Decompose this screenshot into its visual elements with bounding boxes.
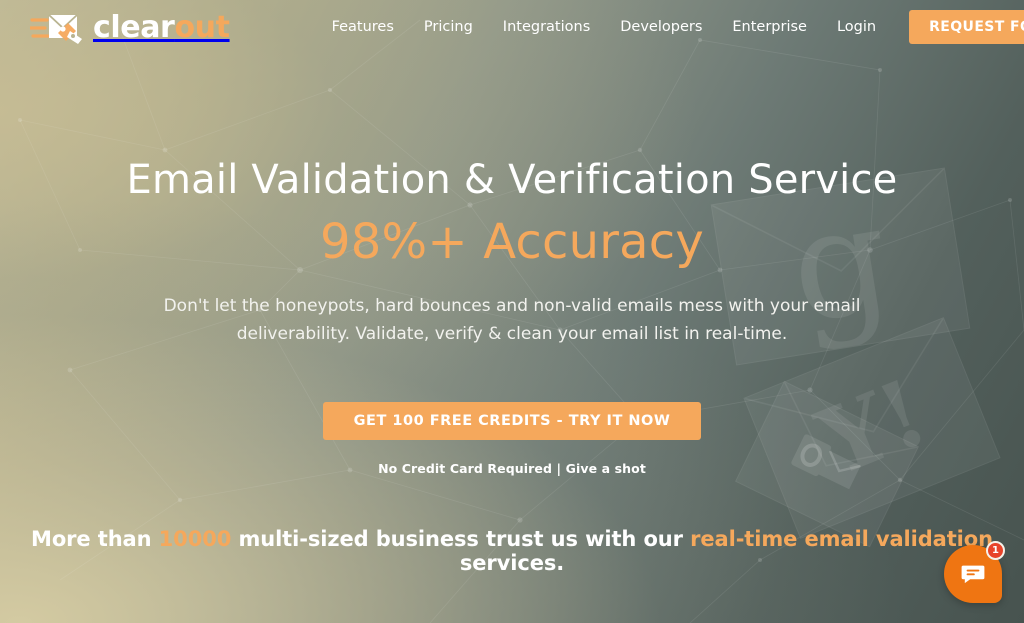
hero-description: Don't let the honeypots, hard bounces an…: [163, 296, 861, 344]
brand-logo-text-accent: out: [174, 9, 230, 45]
nav-item-pricing[interactable]: Pricing: [424, 19, 473, 35]
nav-item-developers[interactable]: Developers: [620, 19, 702, 35]
hero-section: Email Validation & Verification Service …: [0, 0, 1024, 623]
page-root: g Y! clearout Features Pricing Integrati…: [0, 0, 1024, 623]
nav-item-integrations[interactable]: Integrations: [503, 19, 590, 35]
brand-logo-text: clearout: [93, 10, 230, 45]
nav-item-login[interactable]: Login: [837, 19, 876, 35]
brand-logo-text-primary: clear: [93, 9, 175, 45]
trust-middle: multi-sized business trust us with our: [231, 527, 691, 552]
trust-prefix: More than: [31, 527, 159, 552]
trust-count: 10000: [158, 527, 232, 552]
chat-unread-badge: 1: [986, 541, 1005, 560]
hero-title: Email Validation & Verification Service: [126, 157, 898, 203]
brand-logo[interactable]: clearout: [30, 9, 230, 45]
envelope-speed-icon: [30, 14, 82, 44]
site-header: clearout Features Pricing Integrations D…: [0, 0, 1024, 54]
nav-item-features[interactable]: Features: [332, 19, 394, 35]
chat-widget[interactable]: 1: [944, 541, 1005, 603]
cta-note-text: No Credit Card Required | Give a shot: [378, 461, 646, 477]
trust-statement: More than 10000 multi-sized business tru…: [0, 527, 1024, 575]
chat-bubble-icon: [961, 565, 985, 584]
trust-suffix: services.: [459, 551, 565, 576]
nav-item-enterprise[interactable]: Enterprise: [732, 19, 807, 35]
request-demo-button[interactable]: REQUEST FOR DEMO: [909, 10, 1024, 44]
main-navigation: Features Pricing Integrations Developers…: [332, 19, 877, 35]
get-free-credits-button[interactable]: GET 100 FREE CREDITS - TRY IT NOW: [322, 402, 702, 441]
hero-accuracy-headline: 98%+ Accuracy: [320, 214, 704, 270]
